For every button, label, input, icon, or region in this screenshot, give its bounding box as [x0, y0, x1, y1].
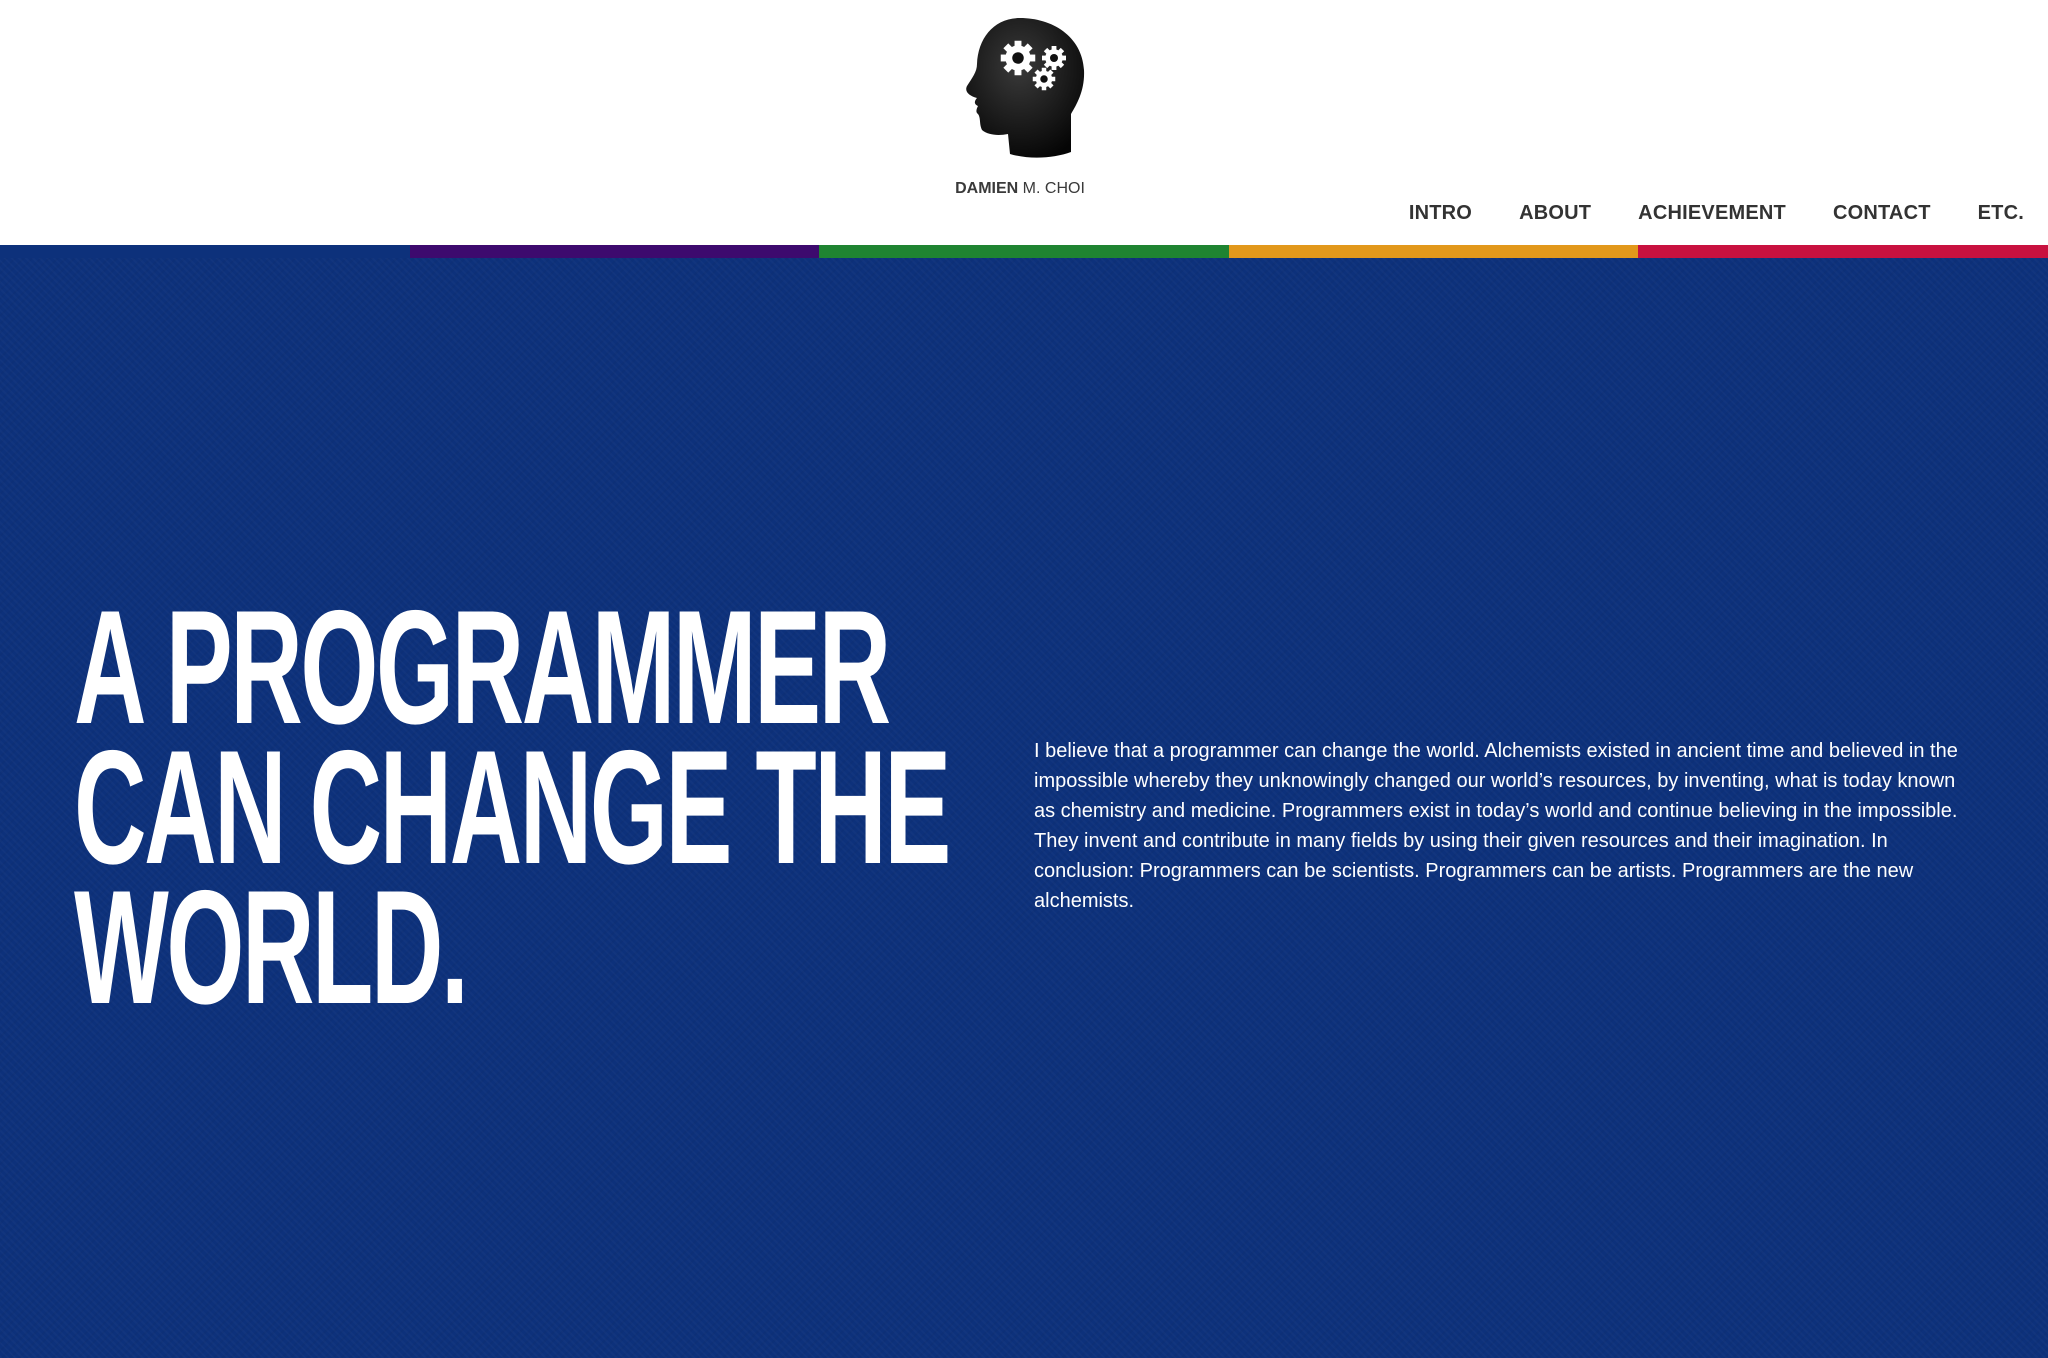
stripe-segment-about — [409, 245, 820, 258]
site-name: DAMIEN M. CHOI — [930, 180, 1110, 198]
site-header: DAMIEN M. CHOI INTRO ABOUT ACHIEVEMENT C… — [0, 0, 2048, 245]
stripe-segment-intro — [0, 245, 410, 258]
intro-section: A PROGRAMMER CAN CHANGE THE WORLD. I bel… — [0, 258, 2048, 1358]
nav-contact[interactable]: CONTACT — [1833, 202, 1931, 225]
nav-etc[interactable]: ETC. — [1978, 202, 2024, 225]
hero-headline: A PROGRAMMER CAN CHANGE THE WORLD. — [74, 587, 951, 1038]
intro-paragraph: I believe that a programmer can change t… — [1034, 740, 1958, 912]
stripe-segment-etc — [1638, 245, 2048, 258]
nav-intro[interactable]: INTRO — [1409, 202, 1472, 225]
color-stripe — [0, 245, 2048, 258]
hero-headline-line: WORLD. — [74, 857, 469, 1038]
main-nav: INTRO ABOUT ACHIEVEMENT CONTACT ETC. — [1409, 202, 2024, 225]
site-name-rest: M. CHOI — [1018, 180, 1085, 197]
head-with-gears-icon — [966, 18, 1085, 158]
nav-about[interactable]: ABOUT — [1519, 202, 1591, 225]
site-logo[interactable]: DAMIEN M. CHOI — [950, 14, 1090, 197]
site-name-first: DAMIEN — [955, 180, 1019, 197]
stripe-segment-contact — [1228, 245, 1639, 258]
nav-achievement[interactable]: ACHIEVEMENT — [1638, 202, 1786, 225]
stripe-segment-achievement — [819, 245, 1229, 258]
